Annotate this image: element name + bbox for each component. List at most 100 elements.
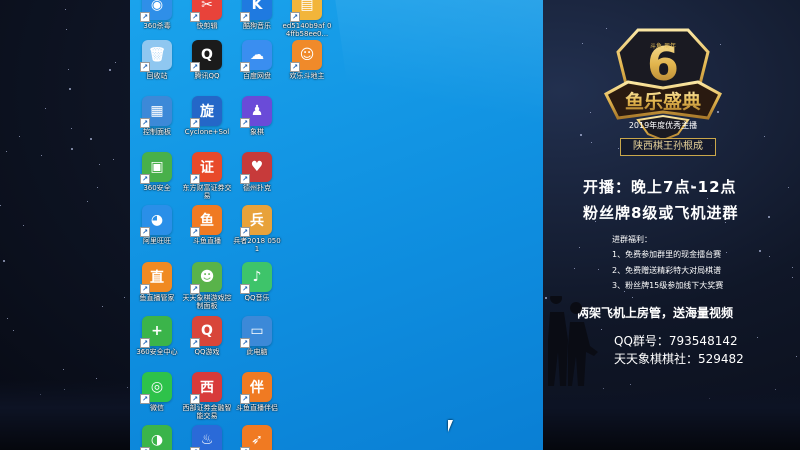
desktop-icon[interactable]: ◑↗: [132, 425, 182, 450]
desktop-icon[interactable]: ♪ ↗ QQ音乐: [232, 262, 282, 302]
desktop-icon-label: 斗鱼直播: [193, 237, 221, 245]
desktop-icon[interactable]: 直 ↗ 鱼直播管家: [132, 262, 182, 302]
desktop-icon[interactable]: Q ↗ QQ游戏: [182, 316, 232, 356]
desktop-icon[interactable]: ▭ ↗ 此电脑: [232, 316, 282, 356]
desktop-icon-label: 东方财富证券交易: [182, 184, 232, 200]
star: [756, 337, 758, 339]
qqgame-icon: Q ↗: [190, 316, 222, 348]
desktop-icon-label: QQ音乐: [244, 294, 270, 302]
shortcut-arrow-icon: ↗: [140, 12, 150, 22]
benefit-item-3: 3、粉丝牌15级参加线下大奖赛: [612, 281, 724, 290]
desktop-icon[interactable]: ➶↗: [232, 425, 282, 450]
desktop-icon-label: 微信: [150, 404, 164, 412]
desktop-icon[interactable]: Q ↗ 腾讯QQ: [182, 40, 232, 80]
desktop-icon[interactable]: K ↗ 酷狗音乐: [232, 0, 282, 30]
desktop-icon[interactable]: ◕ ↗ 阿里旺旺: [132, 205, 182, 245]
star: [769, 255, 771, 257]
desktop-icon[interactable]: ☁ ↗ 百度网盘: [232, 40, 282, 80]
star: [795, 356, 797, 358]
star: [99, 163, 101, 165]
desktop-icon[interactable]: 兵 ↗ 兵者2018 0501: [232, 205, 282, 253]
folder-icon: ▤ ↗: [290, 0, 322, 22]
star: [65, 8, 67, 10]
desktop-icon[interactable]: 西 ↗ 西部证券金融智能交易: [182, 372, 232, 420]
desktop-icon[interactable]: ♨↗: [182, 425, 232, 450]
desktop-icon[interactable]: ✂ ↗ 快剪辑: [182, 0, 232, 30]
shortcut-arrow-icon: ↗: [140, 227, 150, 237]
star: [5, 151, 7, 153]
badge-small-label: 斗鱼 周年: [650, 42, 676, 50]
desktop-icon-label: 酷狗音乐: [243, 22, 271, 30]
shortcut-arrow-icon: ↗: [190, 12, 200, 22]
app-icon: ◑↗: [140, 425, 172, 450]
desktop-icon-label: QQ游戏: [194, 348, 220, 356]
scissors-icon: ✂ ↗: [190, 0, 222, 22]
star: [624, 291, 626, 293]
star: [579, 247, 581, 249]
shortcut-arrow-icon: ↗: [240, 12, 250, 22]
star: [96, 377, 98, 379]
wechat-icon: ◎ ↗: [140, 372, 172, 404]
desktop-icon-label: 控制面板: [143, 128, 171, 136]
star: [68, 68, 70, 70]
streamer-name: 陕西棋王孙根成: [620, 138, 716, 156]
windows-desktop: ◉ ↗ 360杀毒 ✂ ↗ 快剪辑 K ↗ 酷狗音乐 ▤ ↗ ed5140b9af 04ffb58ee…: [130, 0, 543, 450]
desktop-icon[interactable]: ☺ ↗ 欢乐斗地主: [282, 40, 332, 80]
desktop-icon-label: 斗鱼直播伴侣: [236, 404, 278, 412]
shortcut-arrow-icon: ↗: [290, 12, 300, 22]
shortcut-arrow-icon: ↗: [240, 62, 250, 72]
shortcut-arrow-icon: ↗: [190, 284, 200, 294]
desktop-icon[interactable]: ◎ ↗ 微信: [132, 372, 182, 412]
desktop-icon[interactable]: 旋 ↗ Cyclone+Sol: [182, 96, 232, 136]
star: [759, 250, 762, 253]
star: [45, 107, 47, 109]
desktop-icon[interactable]: ▣ ↗ 360安全: [132, 152, 182, 192]
star: [90, 137, 93, 140]
spin-icon: 旋 ↗: [190, 96, 222, 128]
shortcut-arrow-icon: ↗: [240, 394, 250, 404]
app-icon: ➶↗: [240, 425, 272, 450]
desktop-icon[interactable]: 鱼 ↗ 斗鱼直播: [182, 205, 232, 245]
star: [71, 148, 74, 151]
game-icon: ☺ ↗: [290, 40, 322, 72]
star: [579, 134, 582, 137]
cards-icon: ♥ ↗: [240, 152, 272, 184]
shortcut-arrow-icon: ↗: [240, 227, 250, 237]
club-text: 天天象棋棋社：529482: [614, 352, 744, 366]
star: [113, 158, 115, 160]
star: [707, 197, 709, 199]
desktop-icon[interactable]: ◉ ↗ 360杀毒: [132, 0, 182, 30]
desktop-icon[interactable]: ▤ ↗ ed5140b9af 04ffb58ee0...: [282, 0, 332, 38]
desktop-icon[interactable]: 证 ↗ 东方财富证券交易: [182, 152, 232, 200]
star: [791, 266, 793, 268]
wangwang-icon: ◕ ↗: [140, 205, 172, 237]
desktop-icon[interactable]: + ↗ 360安全中心: [132, 316, 182, 356]
desktop-icon[interactable]: ☻ ↗ 天天象棋游戏控制面板: [182, 262, 232, 310]
desktop-icon[interactable]: 伴 ↗ 斗鱼直播伴侣: [232, 372, 282, 412]
benefits-title: 进群福利：: [612, 235, 652, 244]
star: [62, 369, 64, 371]
desktop-icon[interactable]: ♥ ↗ 德州扑克: [232, 152, 282, 192]
shortcut-arrow-icon: ↗: [190, 394, 200, 404]
desktop-icon-label: 西部证券金融智能交易: [182, 404, 232, 420]
desktop-icon[interactable]: ♟ ↗ 象棋: [232, 96, 282, 136]
qq-icon: Q ↗: [190, 40, 222, 72]
star: [767, 216, 770, 219]
desktop-icon-label: 欢乐斗地主: [289, 72, 325, 80]
benefit-item-1: 1、免费参加群里的现金擂台赛: [612, 250, 722, 259]
shortcut-arrow-icon: ↗: [240, 174, 250, 184]
desktop-icon[interactable]: 🗑 ↗ 回收站: [132, 40, 182, 80]
qqmusic-icon: ♪ ↗: [240, 262, 272, 294]
shortcut-arrow-icon: ↗: [240, 284, 250, 294]
shortcut-arrow-icon: ↗: [240, 118, 250, 128]
desktop-icon-label: 360杀毒: [143, 22, 171, 30]
shortcut-arrow-icon: ↗: [140, 62, 150, 72]
shortcut-arrow-icon: ↗: [140, 174, 150, 184]
desktop-icon[interactable]: ▦ ↗ 控制面板: [132, 96, 182, 136]
desktop-icon-label: 百度网盘: [243, 72, 271, 80]
star: [70, 128, 72, 130]
desktop-icon-label: 360安全: [143, 184, 171, 192]
shield-icon: ◉ ↗: [140, 0, 172, 22]
desktop-icon-label: 德州扑克: [243, 184, 271, 192]
shortcut-arrow-icon: ↗: [290, 62, 300, 72]
